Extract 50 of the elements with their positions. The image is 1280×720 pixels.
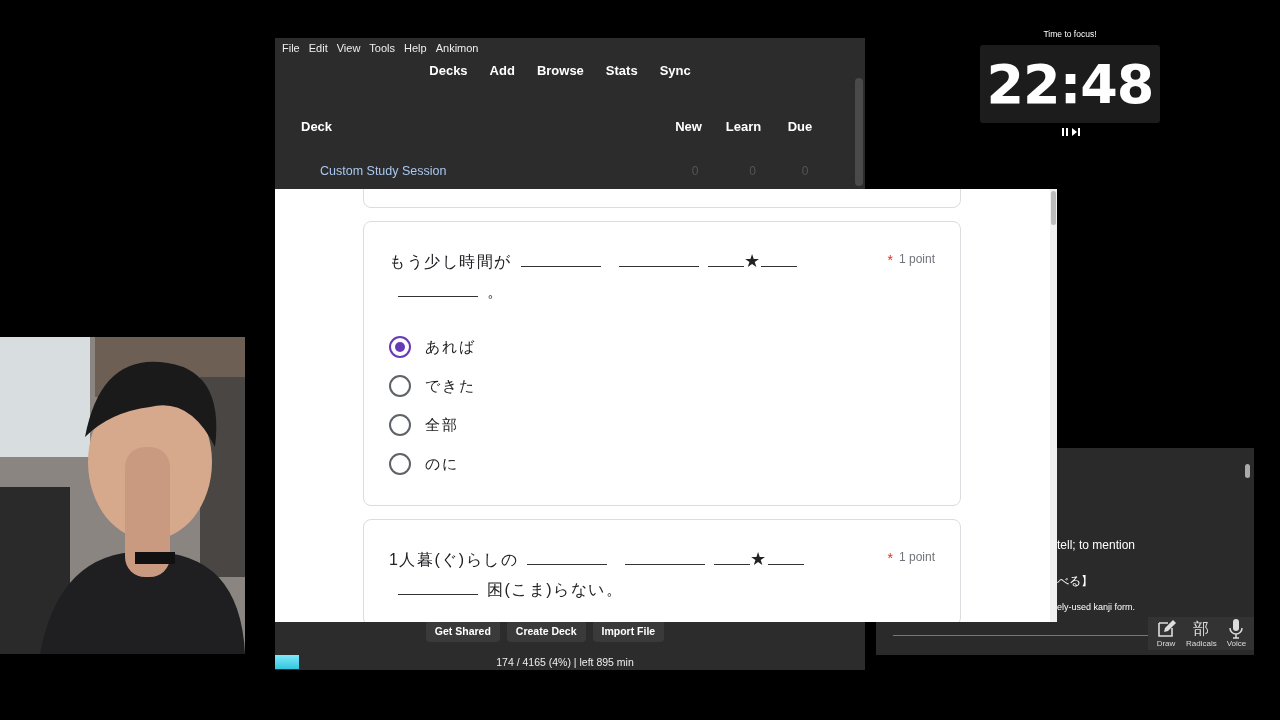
pause-icon[interactable] (1060, 128, 1069, 136)
question-text: もう少し時間が ★ 。 (389, 246, 878, 307)
column-header: New (674, 119, 703, 134)
radio-button[interactable] (389, 414, 411, 436)
column-header: Learn (724, 119, 763, 134)
required-mark: * (887, 252, 893, 268)
deck-link[interactable]: Custom Study Session (320, 164, 665, 178)
scrollbar[interactable] (1245, 464, 1250, 478)
menu-item[interactable]: Help (404, 42, 427, 54)
skip-icon[interactable] (1071, 128, 1080, 136)
required-mark: * (887, 550, 893, 566)
option-label[interactable]: のに (425, 454, 459, 474)
points-label: 1 point (898, 550, 935, 566)
menu-item[interactable]: File (282, 42, 300, 54)
deck-action-button[interactable]: Create Deck (506, 620, 586, 642)
radio-button[interactable] (389, 336, 411, 358)
column-header: Deck (301, 119, 334, 134)
toolbar-link[interactable]: Add (489, 63, 515, 78)
microphone-icon (1229, 619, 1244, 639)
question-text: 1人暮(ぐ)らしの ★ 困(こま)らない。 (389, 544, 878, 605)
definition-text: べる】 (1057, 573, 1093, 590)
input-tool-button[interactable]: Draw (1154, 619, 1178, 648)
radio-button[interactable] (389, 375, 411, 397)
toolbar-link[interactable]: Decks (429, 63, 468, 78)
scrollbar[interactable] (855, 78, 863, 186)
deck-action-button[interactable]: Get Shared (425, 620, 500, 642)
column-header: Due (786, 119, 814, 134)
definition-text: tell; to mention (1057, 538, 1136, 552)
radio-button[interactable] (389, 453, 411, 475)
input-tool-button[interactable]: 部 Radicals (1184, 619, 1219, 648)
radical-glyph: 部 (1193, 619, 1210, 639)
deck-action-button[interactable]: Import File (592, 620, 665, 642)
menu-item[interactable]: View (336, 42, 361, 54)
input-tool-button[interactable]: Voice (1224, 619, 1249, 648)
menu-item[interactable]: Ankimon (435, 42, 479, 54)
option-label[interactable]: あれば (425, 337, 476, 357)
option-label[interactable]: できた (425, 376, 476, 396)
definition-text: ely-used kanji form. (1057, 602, 1136, 612)
pencil-icon (1156, 619, 1176, 639)
scrollbar-thumb[interactable] (1051, 191, 1056, 225)
option-label[interactable]: 全部 (425, 415, 459, 435)
countdown-display: 22:48 (980, 45, 1160, 123)
toolbar-link[interactable]: Stats (605, 63, 638, 78)
menu-item[interactable]: Edit (308, 42, 328, 54)
status-text: 174 / 4165 (4%) | left 895 min (495, 656, 635, 668)
points-label: 1 point (898, 252, 935, 268)
toolbar-link[interactable]: Browse (536, 63, 584, 78)
menu-item[interactable]: Tools (369, 42, 396, 54)
timer-caption: Time to focus! (1042, 29, 1098, 41)
toolbar-link[interactable]: Sync (659, 63, 691, 78)
